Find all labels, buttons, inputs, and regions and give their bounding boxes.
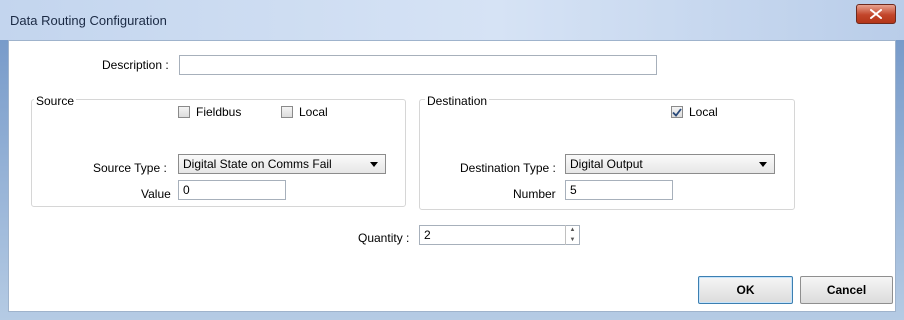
- dialog-window: Data Routing Configuration Description :…: [0, 0, 904, 320]
- source-group-title: Source: [34, 94, 77, 108]
- close-icon: [870, 9, 882, 19]
- destination-local-checkbox-label: Local: [689, 105, 718, 119]
- value-input[interactable]: [178, 180, 286, 200]
- spin-up-icon[interactable]: ▲: [566, 225, 579, 235]
- cancel-button[interactable]: Cancel: [800, 276, 893, 304]
- destination-local-checkbox-box[interactable]: [671, 106, 683, 118]
- quantity-stepper[interactable]: 2 ▲ ▼: [419, 225, 580, 245]
- spin-down-icon[interactable]: ▼: [566, 235, 579, 245]
- destination-type-value: Digital Output: [570, 157, 643, 171]
- description-label: Description :: [102, 58, 169, 72]
- source-local-checkbox-label: Local: [299, 105, 328, 119]
- quantity-label: Quantity :: [358, 231, 410, 245]
- ok-button[interactable]: OK: [698, 276, 793, 304]
- quantity-spinner[interactable]: ▲ ▼: [565, 225, 579, 245]
- source-local-checkbox[interactable]: Local: [281, 105, 328, 119]
- destination-group-title: Destination: [425, 94, 490, 108]
- number-input[interactable]: [565, 180, 673, 200]
- quantity-value: 2: [424, 228, 431, 242]
- close-button[interactable]: [856, 4, 896, 24]
- value-label: Value: [141, 187, 171, 201]
- fieldbus-checkbox-label: Fieldbus: [196, 105, 242, 119]
- checkmark-icon: [672, 107, 682, 117]
- destination-type-label: Destination Type :: [460, 161, 556, 175]
- description-input[interactable]: [179, 55, 657, 75]
- chevron-down-icon: [370, 162, 378, 167]
- number-label: Number: [513, 187, 556, 201]
- destination-local-checkbox[interactable]: Local: [671, 105, 718, 119]
- chevron-down-icon: [759, 162, 767, 167]
- fieldbus-checkbox[interactable]: Fieldbus: [178, 105, 241, 119]
- source-type-value: Digital State on Comms Fail: [183, 157, 332, 171]
- source-type-select[interactable]: Digital State on Comms Fail: [178, 154, 386, 174]
- fieldbus-checkbox-box[interactable]: [178, 106, 190, 118]
- title-bar[interactable]: Data Routing Configuration: [0, 0, 904, 40]
- destination-type-select[interactable]: Digital Output: [565, 154, 775, 174]
- window-title: Data Routing Configuration: [10, 13, 167, 28]
- source-local-checkbox-box[interactable]: [281, 106, 293, 118]
- source-type-label: Source Type :: [93, 161, 167, 175]
- dialog-client-area: Description : Source Fieldbus Local Sour…: [8, 40, 896, 312]
